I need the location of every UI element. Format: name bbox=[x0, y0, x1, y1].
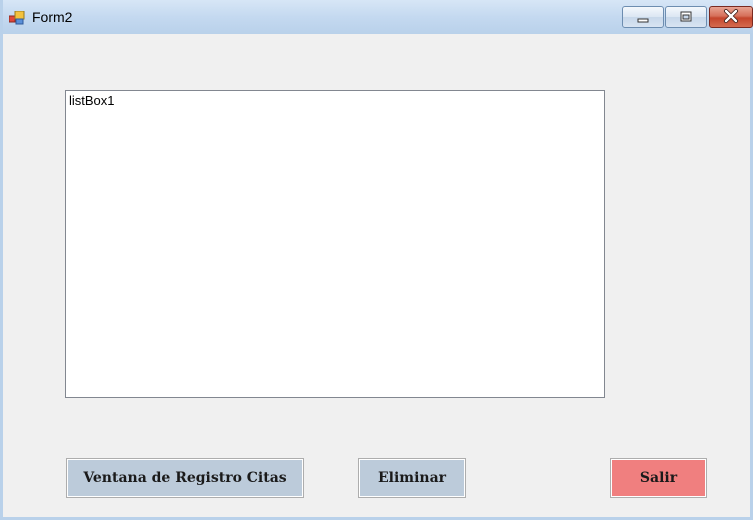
window-title: Form2 bbox=[32, 9, 73, 25]
listbox[interactable]: listBox1 bbox=[65, 90, 605, 398]
list-item[interactable]: listBox1 bbox=[69, 93, 115, 108]
salir-button[interactable]: Salir bbox=[610, 458, 707, 498]
minimize-button[interactable] bbox=[622, 6, 664, 28]
registro-citas-button[interactable]: Ventana de Registro Citas bbox=[66, 458, 304, 498]
title-bar[interactable]: Form2 bbox=[3, 0, 753, 34]
close-icon bbox=[723, 8, 739, 27]
form-app-icon[interactable] bbox=[8, 10, 25, 25]
minimize-icon bbox=[636, 8, 650, 27]
form2-window: Form2 listBox1 Ventana de Registro Citas… bbox=[0, 0, 753, 520]
maximize-icon bbox=[679, 8, 693, 27]
maximize-button[interactable] bbox=[665, 6, 707, 28]
close-button[interactable] bbox=[709, 6, 753, 28]
eliminar-button[interactable]: Eliminar bbox=[358, 458, 466, 498]
